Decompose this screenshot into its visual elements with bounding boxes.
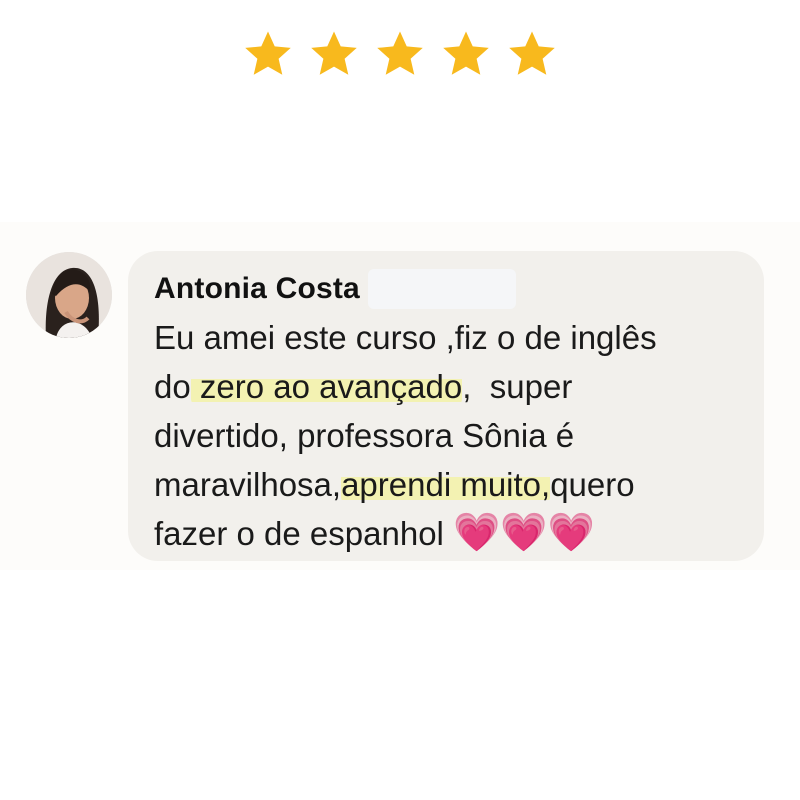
author-row: Antonia Costa [154, 265, 764, 313]
redacted-box [367, 269, 516, 309]
review-line: fazer o de espanhol [154, 515, 454, 552]
review-bubble: Antonia Costa Eu amei este curso ,fiz o … [128, 251, 764, 561]
review-text-segment: , super [462, 368, 573, 405]
pink-heart-icon: 💗 [500, 512, 548, 554]
star-icon [377, 31, 423, 75]
highlighted-text: zero ao avançado [190, 368, 463, 405]
star-icon [443, 31, 489, 75]
review-text: Eu amei este curso ,fiz o de inglês do z… [154, 313, 754, 558]
author-name[interactable]: Antonia Costa [154, 272, 360, 306]
review-text-segment: do [154, 368, 191, 405]
review-text-segment: quero [550, 466, 635, 503]
user-avatar[interactable] [26, 252, 112, 338]
star-icon [509, 31, 555, 75]
review-text-segment: maravilhosa, [154, 466, 342, 503]
highlighted-text: aprendi muito, [341, 466, 551, 503]
review-line: Eu amei este curso ,fiz o de inglês [154, 319, 657, 356]
star-icon [245, 31, 291, 75]
review-line: divertido, professora Sônia é [154, 417, 575, 454]
pink-heart-icon: 💗 [547, 512, 596, 554]
star-icon [311, 31, 357, 75]
star-rating [0, 28, 800, 80]
pink-heart-icon: 💗 [453, 512, 501, 554]
